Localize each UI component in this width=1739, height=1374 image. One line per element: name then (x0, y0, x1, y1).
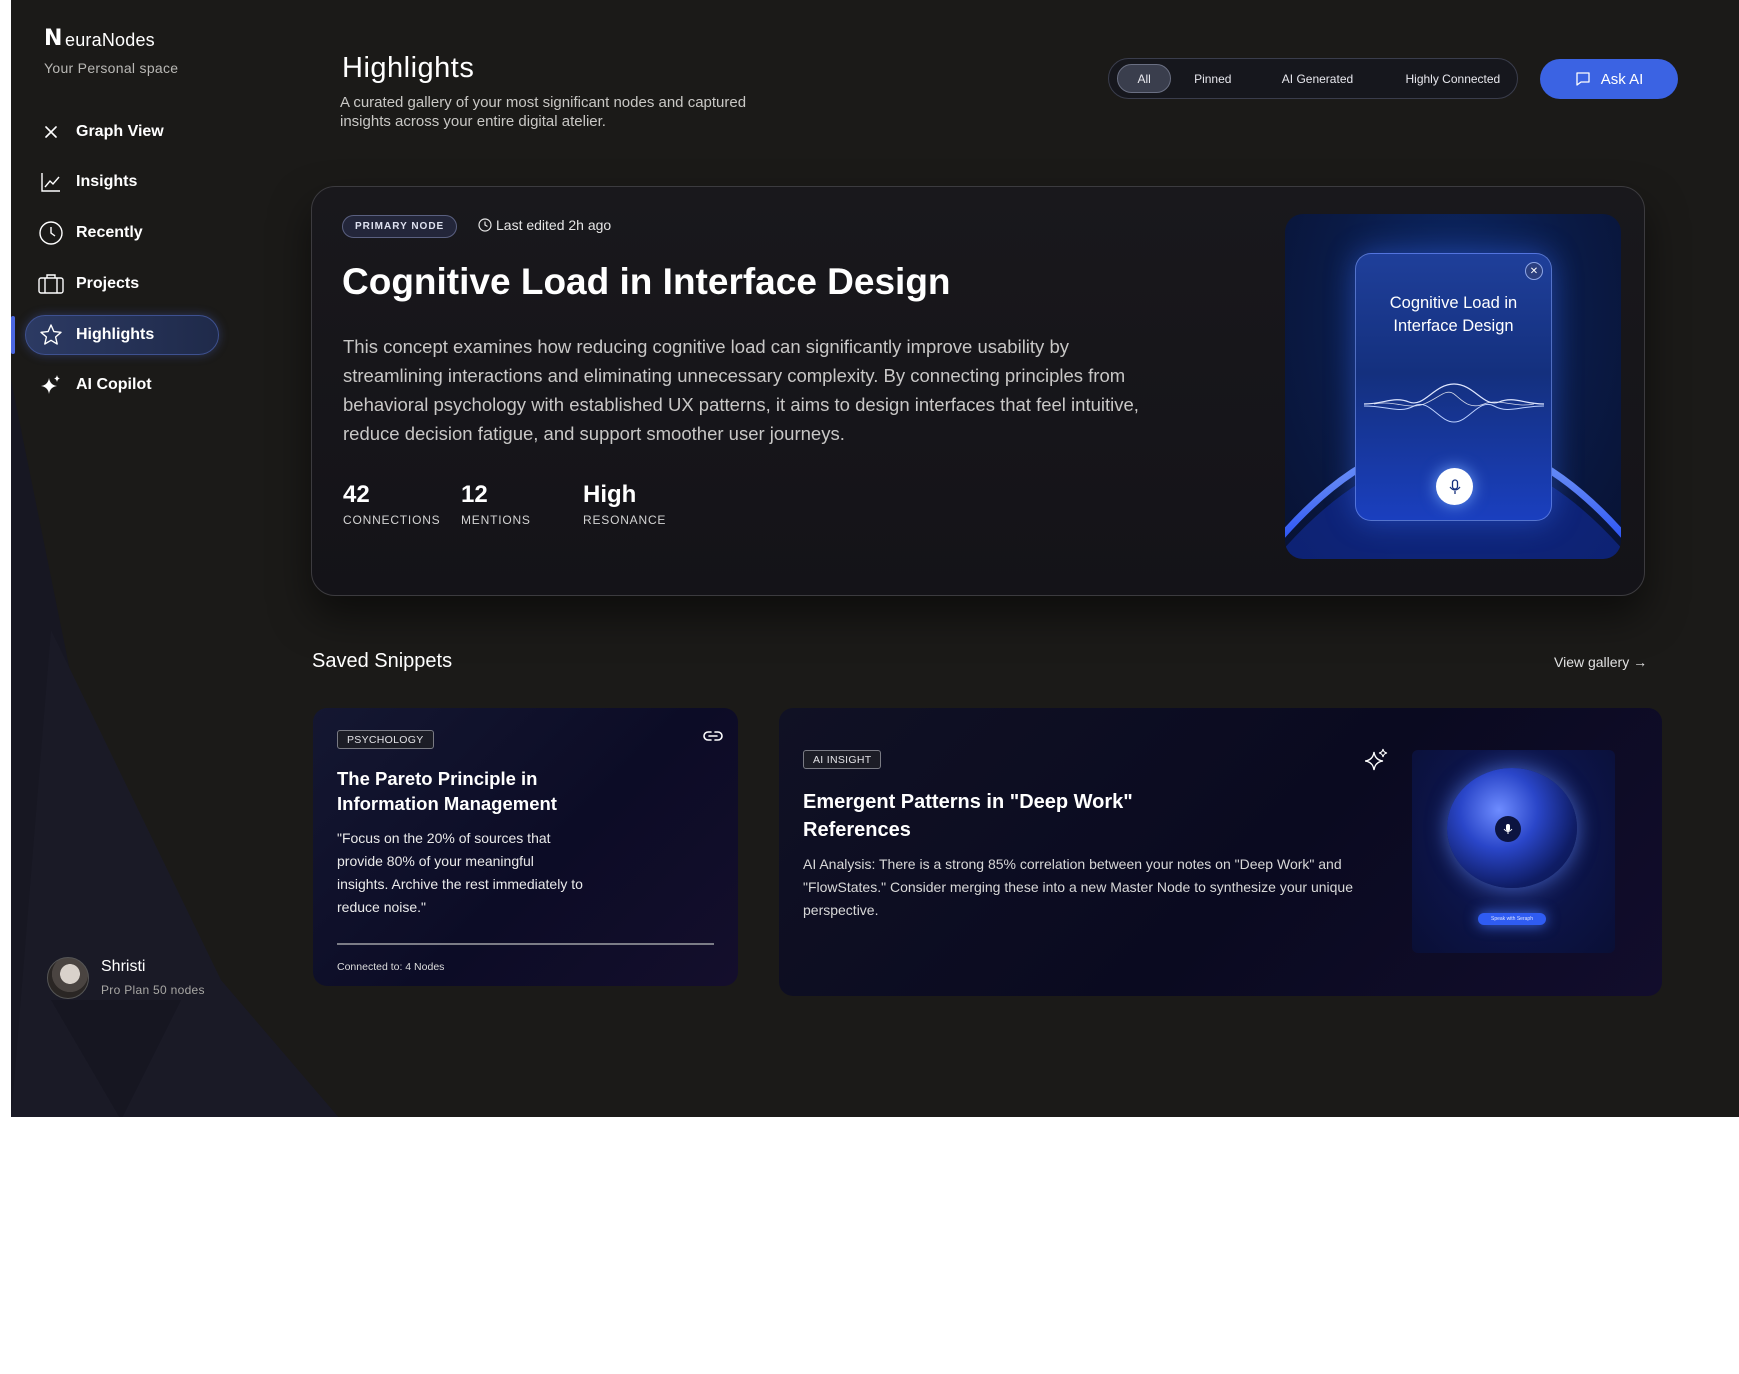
clock-icon (478, 218, 492, 232)
orb (1447, 768, 1577, 888)
ask-ai-button[interactable]: Ask AI (1540, 59, 1678, 99)
briefcase-icon (38, 271, 64, 297)
last-edited: Last edited 2h ago (478, 217, 611, 233)
chat-icon (1575, 71, 1591, 87)
page-title: Highlights (342, 52, 475, 84)
primary-node-card[interactable]: PRIMARY NODE Last edited 2h ago Cognitiv… (311, 186, 1645, 596)
hero-description: This concept examines how reducing cogni… (343, 336, 1139, 444)
sidebar-decoration (11, 380, 339, 1117)
microphone-icon (1449, 478, 1460, 494)
brand-subtitle: Your Personal space (44, 60, 179, 76)
snippet-card-ai-insight[interactable]: AI INSIGHT Emergent Patterns in "Deep Wo… (779, 708, 1662, 996)
snippet-card-pareto[interactable]: PSYCHOLOGY The Pareto Principle in Infor… (313, 708, 738, 986)
stat-label: RESONANCE (583, 513, 667, 527)
stat-label: CONNECTIONS (343, 513, 441, 527)
user-name: Shristi (101, 958, 146, 975)
sidebar-item-label: Highlights (76, 326, 155, 343)
stat-resonance: High RESONANCE (583, 481, 666, 527)
speak-button[interactable]: Speak with Seraph (1478, 913, 1546, 925)
brand-logo[interactable]: N euraNodes (44, 26, 244, 51)
sidebar-item-label: AI Copilot (76, 376, 152, 393)
star-icon (38, 322, 64, 348)
app-window: N euraNodes Your Personal space Graph Vi… (11, 0, 1739, 1117)
filter-highly-connected[interactable]: Highly Connected (1389, 64, 1517, 93)
category-tag: PSYCHOLOGY (337, 730, 434, 749)
snippet-title: The Pareto Principle in Information Mana… (337, 768, 557, 814)
divider (337, 943, 714, 945)
ask-ai-label: Ask AI (1600, 70, 1644, 88)
filter-ai-generated[interactable]: AI Generated (1262, 64, 1373, 93)
microphone-button[interactable] (1436, 468, 1473, 505)
sidebar-item-graph-view[interactable]: Graph View (26, 112, 217, 152)
brand-mark: N (44, 26, 63, 51)
page-subtitle: A curated gallery of your most significa… (340, 94, 747, 130)
clock-icon (38, 220, 64, 246)
stat-mentions: 12 MENTIONS (461, 481, 531, 527)
stat-value: 42 (343, 481, 370, 508)
sparkle-icon (38, 372, 64, 398)
primary-node-badge: PRIMARY NODE (342, 215, 458, 238)
filter-all[interactable]: All (1117, 64, 1172, 93)
voice-assistant-preview: ✕ Cognitive Load in Interface Design (1355, 253, 1552, 521)
sidebar-item-ai-copilot[interactable]: AI Copilot (26, 365, 217, 405)
ai-orb-visual: Speak with Seraph (1412, 750, 1615, 953)
close-icon[interactable]: ✕ (1525, 262, 1543, 280)
stat-value: High (583, 481, 637, 508)
stat-connections: 42 CONNECTIONS (343, 481, 440, 527)
sidebar-item-recently[interactable]: Recently (26, 213, 217, 253)
stat-label: MENTIONS (461, 513, 531, 527)
filter-pinned[interactable]: Pinned (1173, 64, 1252, 93)
waveform-icon (1364, 383, 1544, 423)
microphone-icon (1495, 816, 1521, 842)
sparkle-icon (1364, 748, 1389, 777)
last-edited-text: Last edited 2h ago (496, 217, 612, 233)
sidebar-item-label: Projects (76, 275, 140, 292)
link-icon[interactable] (702, 729, 724, 748)
snippet-text: AI Analysis: There is a strong 85% corre… (803, 856, 1353, 918)
sidebar-item-label: Graph View (76, 123, 164, 140)
stat-value: 12 (461, 481, 488, 508)
category-tag: AI INSIGHT (803, 750, 882, 769)
line-chart-icon (38, 169, 64, 195)
preview-title: Cognitive Load in Interface Design (1389, 294, 1518, 335)
sidebar-item-projects[interactable]: Projects (26, 264, 217, 304)
snippet-quote: "Focus on the 20% of sources that provid… (337, 830, 583, 915)
section-title: Saved Snippets (312, 650, 453, 672)
sidebar-item-label: Insights (76, 173, 138, 190)
hero-visual: ✕ Cognitive Load in Interface Design (1285, 214, 1621, 559)
sidebar-item-insights[interactable]: Insights (26, 162, 217, 202)
snippet-title: Emergent Patterns in "Deep Work" Referen… (803, 791, 1133, 841)
user-profile[interactable]: Shristi Pro Plan 50 nodes (47, 955, 247, 1003)
hero-title: Cognitive Load in Interface Design (342, 261, 951, 302)
filter-bar: All Pinned AI Generated Highly Connected (1108, 58, 1518, 99)
avatar (47, 957, 89, 999)
brand-name: euraNodes (65, 30, 155, 50)
sidebar-item-label: Recently (76, 224, 143, 241)
snippet-footer: Connected to: 4 Nodes (337, 961, 445, 973)
user-plan: Pro Plan 50 nodes (101, 983, 205, 997)
close-x-icon (38, 119, 64, 145)
view-gallery-link[interactable]: View gallery → (1554, 654, 1647, 670)
active-indicator (11, 316, 15, 354)
sidebar-item-highlights[interactable]: Highlights (25, 315, 219, 355)
